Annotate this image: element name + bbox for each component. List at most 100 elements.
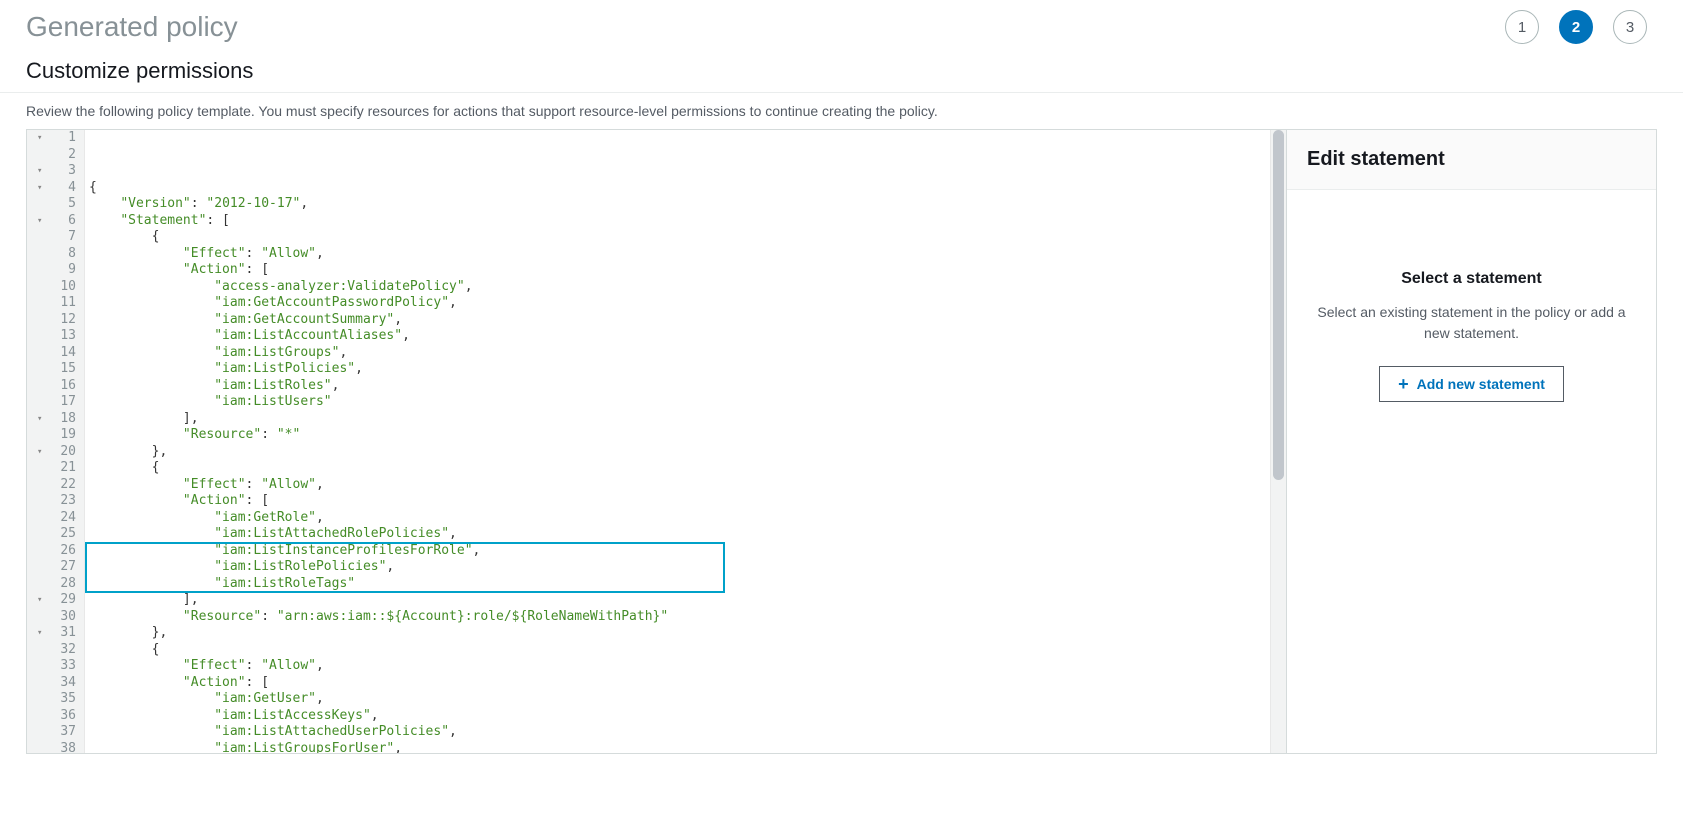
line-number: 32	[35, 642, 76, 659]
code-line[interactable]: "iam:ListRolePolicies",	[85, 559, 1270, 576]
fold-icon[interactable]: ▾	[37, 213, 42, 230]
line-number: 29▾	[35, 592, 76, 609]
code-line[interactable]: "Action": [	[85, 493, 1270, 510]
code-line[interactable]: "iam:ListAttachedUserPolicies",	[85, 724, 1270, 741]
line-number: 31▾	[35, 625, 76, 642]
line-number: 24	[35, 510, 76, 527]
step-2[interactable]: 2	[1559, 10, 1593, 44]
code-line[interactable]: "iam:ListRoles",	[85, 378, 1270, 395]
line-number: 33	[35, 658, 76, 675]
line-number: 19	[35, 427, 76, 444]
line-number: 7	[35, 229, 76, 246]
line-number: 34	[35, 675, 76, 692]
code-line[interactable]: ],	[85, 411, 1270, 428]
scrollbar-track[interactable]	[1270, 130, 1286, 753]
code-line[interactable]: "iam:ListPolicies",	[85, 361, 1270, 378]
code-line[interactable]: "iam:GetAccountPasswordPolicy",	[85, 295, 1270, 312]
wizard-steps: 1 2 3	[1505, 10, 1657, 44]
scrollbar-thumb[interactable]	[1273, 130, 1284, 480]
line-number: 20▾	[35, 444, 76, 461]
policy-editor[interactable]: 1▾23▾4▾56▾789101112131415161718▾1920▾212…	[26, 129, 1287, 754]
fold-icon[interactable]: ▾	[37, 163, 42, 180]
step-1[interactable]: 1	[1505, 10, 1539, 44]
line-number: 10	[35, 279, 76, 296]
fold-icon[interactable]: ▾	[37, 444, 42, 461]
code-line[interactable]: "iam:ListAccessKeys",	[85, 708, 1270, 725]
code-line[interactable]: "iam:GetAccountSummary",	[85, 312, 1270, 329]
code-line[interactable]: "Version": "2012-10-17",	[85, 196, 1270, 213]
fold-icon[interactable]: ▾	[37, 180, 42, 197]
code-line[interactable]: "Action": [	[85, 262, 1270, 279]
fold-icon[interactable]: ▾	[37, 130, 42, 147]
code-line[interactable]: "iam:ListAccountAliases",	[85, 328, 1270, 345]
code-line[interactable]: "iam:ListGroups",	[85, 345, 1270, 362]
code-line[interactable]: "iam:ListGroupsForUser",	[85, 741, 1270, 754]
line-number: 5	[35, 196, 76, 213]
panel-title: Edit statement	[1307, 148, 1636, 171]
code-line[interactable]: },	[85, 444, 1270, 461]
panel-prompt-text: Select an existing statement in the poli…	[1311, 302, 1632, 344]
line-number: 37	[35, 724, 76, 741]
add-button-label: Add new statement	[1417, 376, 1545, 392]
code-line[interactable]: "Effect": "Allow",	[85, 658, 1270, 675]
code-line[interactable]: {	[85, 229, 1270, 246]
code-line[interactable]: {	[85, 642, 1270, 659]
code-line[interactable]: "Effect": "Allow",	[85, 246, 1270, 263]
code-line[interactable]: "Statement": [	[85, 213, 1270, 230]
line-number: 15	[35, 361, 76, 378]
line-number: 4▾	[35, 180, 76, 197]
line-number: 36	[35, 708, 76, 725]
line-number: 22	[35, 477, 76, 494]
line-number: 38	[35, 741, 76, 755]
line-number: 1▾	[35, 130, 76, 147]
step-3[interactable]: 3	[1613, 10, 1647, 44]
section-title: Customize permissions	[26, 58, 1657, 84]
line-number: 14	[35, 345, 76, 362]
line-number: 9	[35, 262, 76, 279]
code-line[interactable]: "iam:ListAttachedRolePolicies",	[85, 526, 1270, 543]
line-number: 6▾	[35, 213, 76, 230]
line-number: 11	[35, 295, 76, 312]
line-number: 8	[35, 246, 76, 263]
code-line[interactable]: },	[85, 625, 1270, 642]
code-line[interactable]: "iam:GetUser",	[85, 691, 1270, 708]
line-number: 12	[35, 312, 76, 329]
fold-icon[interactable]: ▾	[37, 625, 42, 642]
edit-statement-panel: Edit statement Select a statement Select…	[1287, 129, 1657, 754]
line-number: 3▾	[35, 163, 76, 180]
code-line[interactable]: "iam:GetRole",	[85, 510, 1270, 527]
line-number: 25	[35, 526, 76, 543]
panel-header: Edit statement	[1287, 130, 1656, 190]
plus-icon: +	[1398, 375, 1409, 393]
line-number: 16	[35, 378, 76, 395]
line-number: 35	[35, 691, 76, 708]
line-number: 26	[35, 543, 76, 560]
code-line[interactable]: "Action": [	[85, 675, 1270, 692]
code-line[interactable]: "Effect": "Allow",	[85, 477, 1270, 494]
code-line[interactable]: "Resource": "arn:aws:iam::${Account}:rol…	[85, 609, 1270, 626]
panel-prompt-heading: Select a statement	[1311, 270, 1632, 288]
fold-icon[interactable]: ▾	[37, 411, 42, 428]
line-number: 2	[35, 147, 76, 164]
code-line[interactable]: "access-analyzer:ValidatePolicy",	[85, 279, 1270, 296]
fold-icon[interactable]: ▾	[37, 592, 42, 609]
line-number: 21	[35, 460, 76, 477]
line-number: 17	[35, 394, 76, 411]
code-line[interactable]: "iam:ListInstanceProfilesForRole",	[85, 543, 1270, 560]
code-line[interactable]: {	[85, 460, 1270, 477]
editor-code[interactable]: { "Version": "2012-10-17", "Statement": …	[85, 130, 1270, 753]
code-line[interactable]: "Resource": "*"	[85, 427, 1270, 444]
editor-gutter: 1▾23▾4▾56▾789101112131415161718▾1920▾212…	[27, 130, 85, 753]
line-number: 28	[35, 576, 76, 593]
line-number: 30	[35, 609, 76, 626]
line-number: 18▾	[35, 411, 76, 428]
code-line[interactable]: "iam:ListRoleTags"	[85, 576, 1270, 593]
code-line[interactable]: "iam:ListUsers"	[85, 394, 1270, 411]
page-title: Generated policy	[26, 11, 238, 43]
code-line[interactable]: {	[85, 180, 1270, 197]
line-number: 27	[35, 559, 76, 576]
code-line[interactable]: ],	[85, 592, 1270, 609]
line-number: 23	[35, 493, 76, 510]
line-number: 13	[35, 328, 76, 345]
add-new-statement-button[interactable]: + Add new statement	[1379, 366, 1564, 402]
